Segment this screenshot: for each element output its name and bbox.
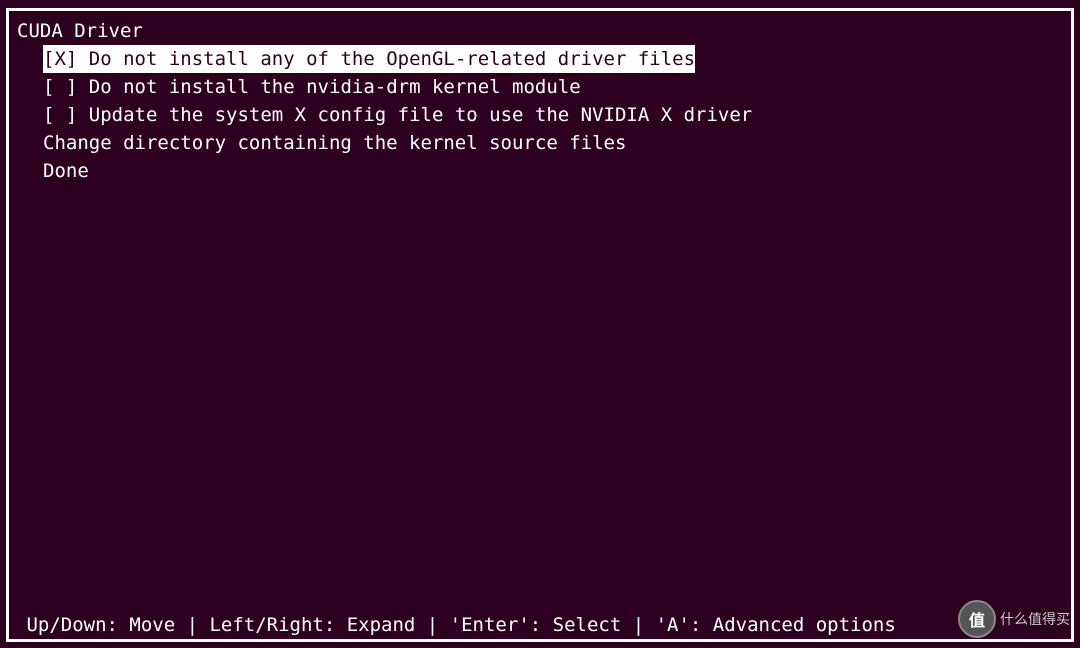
menu-list: [X] Do not install any of the OpenGL-rel…	[13, 45, 1067, 185]
option-label: Do not install any of the OpenGL-related…	[89, 48, 695, 70]
checkbox-icon: [ ]	[43, 104, 77, 126]
dialog-title: CUDA Driver	[13, 17, 1067, 45]
option-no-opengl[interactable]: [X] Do not install any of the OpenGL-rel…	[43, 45, 695, 73]
option-label: Update the system X config file to use t…	[89, 104, 752, 126]
option-no-nvidia-drm[interactable]: [ ] Do not install the nvidia-drm kernel…	[43, 73, 581, 101]
action-done[interactable]: Done	[43, 157, 89, 185]
watermark: 值 什么值得买	[958, 600, 1070, 638]
installer-dialog: CUDA Driver [X] Do not install any of th…	[6, 8, 1074, 642]
checkbox-icon: [X]	[43, 48, 77, 70]
option-label: Do not install the nvidia-drm kernel mod…	[89, 76, 581, 98]
watermark-text: 什么值得买	[1000, 609, 1070, 629]
option-update-xconfig[interactable]: [ ] Update the system X config file to u…	[43, 101, 752, 129]
action-change-directory[interactable]: Change directory containing the kernel s…	[43, 129, 626, 157]
checkbox-icon: [ ]	[43, 76, 77, 98]
footer-hints: Up/Down: Move | Left/Right: Expand | 'En…	[15, 613, 896, 637]
watermark-icon: 值	[958, 600, 996, 638]
